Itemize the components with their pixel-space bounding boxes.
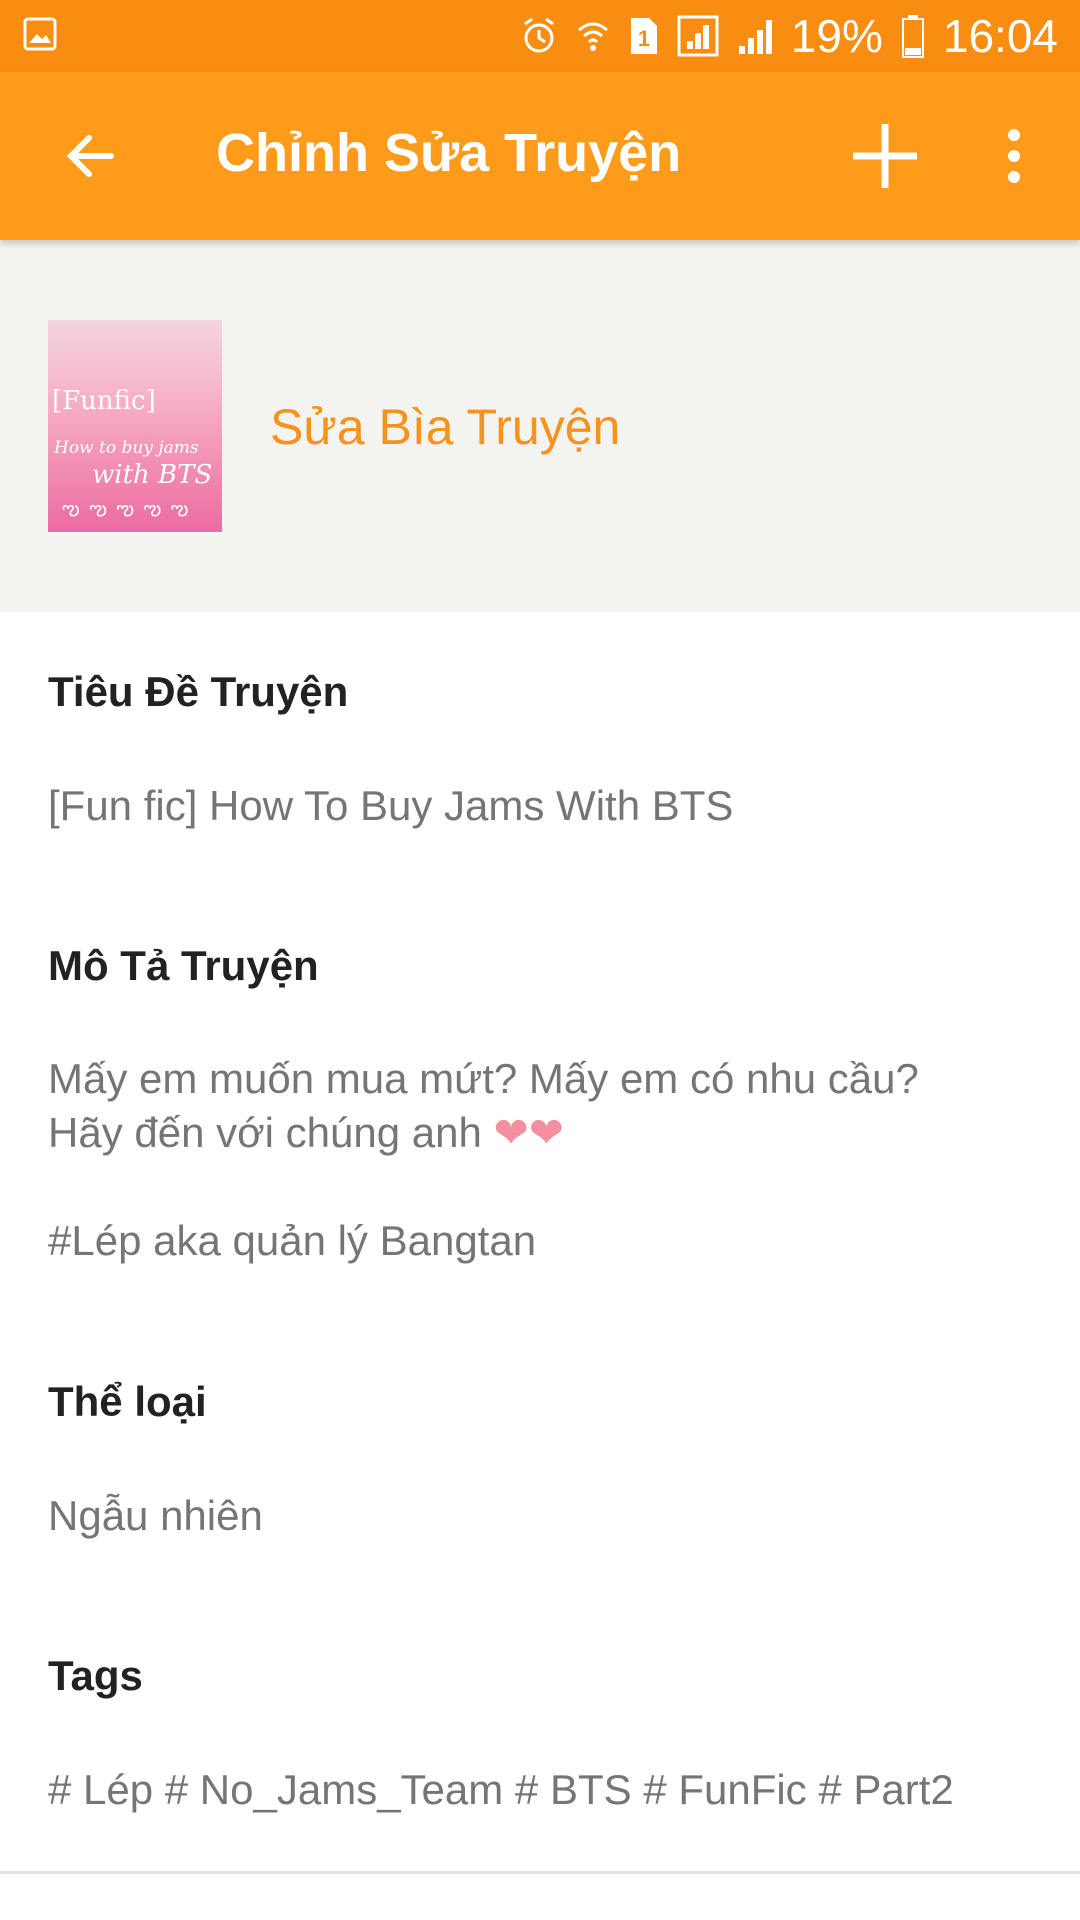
cover-decoration: ఌ ఌ ఌ ఌ ఌ <box>62 498 191 520</box>
description-line: Hãy đến với chúng anh ❤❤ <box>48 1106 919 1160</box>
battery-percent: 19% <box>790 10 883 62</box>
more-vert-icon <box>1008 129 1020 183</box>
story-description-label: Mô Tả Truyện <box>48 942 319 989</box>
tags-field[interactable]: # Lép # No_Jams_Team # BTS # FunFic # Pa… <box>48 1766 954 1814</box>
wifi-icon <box>575 16 611 56</box>
story-description-field[interactable]: Mấy em muốn mua mứt? Mấy em có nhu cầu? … <box>48 1052 919 1268</box>
battery-icon <box>901 14 925 58</box>
description-line: #Lép aka quản lý Bangtan <box>48 1217 537 1264</box>
edit-cover-button[interactable]: Sửa Bìa Truyện <box>270 398 620 456</box>
signal-icon <box>677 15 719 57</box>
divider <box>0 1871 1080 1874</box>
status-bar: 1 19% 16:04 <box>0 0 1080 72</box>
sim-badge-text: 1 <box>638 26 650 51</box>
cover-section: [Funfic] How to buy jams with BTS ఌ ఌ ఌ … <box>0 240 1080 612</box>
heart-emoji: ❤❤ <box>493 1109 564 1156</box>
genre-label: Thể loại <box>48 1378 207 1425</box>
description-line: Mấy em muốn mua mứt? Mấy em có nhu cầu? <box>48 1055 919 1102</box>
cover-image[interactable]: [Funfic] How to buy jams with BTS ఌ ఌ ఌ … <box>48 320 222 532</box>
gallery-notification-icon <box>22 16 58 57</box>
tags-label: Tags <box>48 1652 143 1699</box>
story-title-label: Tiêu Đề Truyện <box>48 668 349 715</box>
alarm-icon <box>521 16 557 56</box>
add-button[interactable] <box>845 116 925 196</box>
description-text: Hãy đến với chúng anh <box>48 1109 482 1156</box>
cover-text: How to buy jams <box>54 438 199 458</box>
genre-field[interactable]: Ngẫu nhiên <box>48 1492 263 1540</box>
signal-icon <box>737 16 773 56</box>
cover-text: with BTS <box>92 460 213 490</box>
plus-icon <box>853 124 917 188</box>
cover-text: [Funfic] <box>52 386 156 416</box>
story-title-field[interactable]: [Fun fic] How To Buy Jams With BTS <box>48 782 733 830</box>
page-title: Chỉnh Sửa Truyện <box>216 123 682 183</box>
arrow-back-icon <box>66 135 114 177</box>
clock: 16:04 <box>942 10 1058 62</box>
back-button[interactable] <box>55 120 127 192</box>
sim-icon: 1 <box>629 16 659 56</box>
more-options-button[interactable] <box>990 120 1038 192</box>
app-bar: Chỉnh Sửa Truyện <box>0 72 1080 240</box>
